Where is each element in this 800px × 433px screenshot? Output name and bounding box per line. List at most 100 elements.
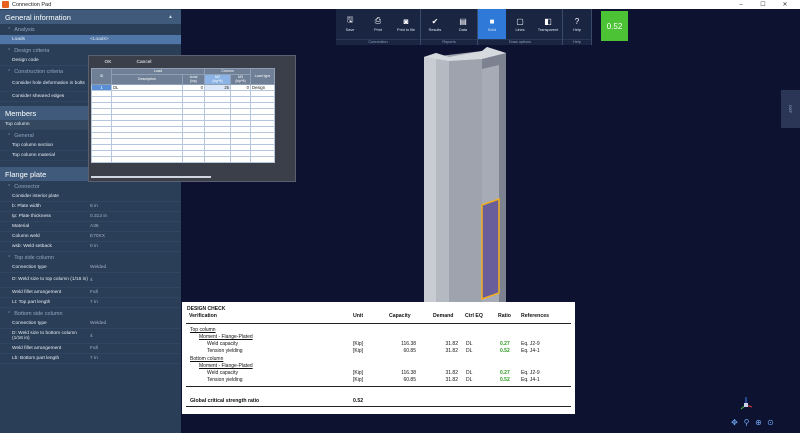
flange-plate[interactable] bbox=[481, 197, 500, 301]
pan-icon[interactable]: ✥ bbox=[730, 418, 739, 427]
zoom-icon[interactable]: ⚲ bbox=[742, 418, 751, 427]
design-check-report: DESIGN CHECK Verification Unit Capacity … bbox=[182, 302, 575, 414]
loads-value[interactable]: <Loads> bbox=[88, 37, 181, 42]
collapse-icon[interactable]: ▲ bbox=[168, 14, 173, 20]
chevron-up-icon: ⌃ bbox=[7, 68, 12, 75]
prop-value[interactable]: A36 bbox=[88, 224, 181, 229]
bottom-prop-row[interactable]: D: Weld size to bottom column (1/16 in) 4 bbox=[0, 329, 181, 344]
help-group: ? Help Help bbox=[563, 9, 592, 45]
design-criteria-label: Design criteria bbox=[14, 47, 50, 54]
zoom-fit-icon[interactable]: ⊙ bbox=[766, 418, 775, 427]
bottom-prop-row[interactable]: Connection type Welded bbox=[0, 319, 181, 329]
top-moment-title: Moment - Flange-Plated bbox=[199, 334, 253, 340]
prop-value[interactable]: 7 in bbox=[88, 356, 181, 361]
plate-prop-row[interactable]: Material A36 bbox=[0, 222, 181, 232]
print-button[interactable]: ⎙ Print bbox=[364, 9, 392, 39]
analysis-subheader[interactable]: ⌃ Analysis bbox=[0, 24, 181, 35]
m2-unit: (kip*ft) bbox=[212, 79, 223, 83]
prop-label: Lb: Bottom part length bbox=[12, 355, 60, 361]
plate-prop-row[interactable]: tp: Plate thickness 0.313 in bbox=[0, 212, 181, 222]
plate-prop-row[interactable]: b: Plate width 8 in bbox=[0, 202, 181, 212]
check-ctrl: DL bbox=[466, 348, 473, 354]
top-side-label: Top side column bbox=[14, 254, 54, 261]
minimize-button[interactable]: – bbox=[730, 2, 752, 8]
prop-value[interactable]: Welded bbox=[88, 265, 181, 270]
prop-value[interactable]: 7 in bbox=[88, 300, 181, 305]
report-row: Weld capacity [Kip] 116.38 31.82 DL 0.27… bbox=[182, 370, 575, 377]
axial-unit: (kip) bbox=[190, 79, 197, 83]
top-prop-row[interactable]: D: Weld size to top column (1/16 in) 4 bbox=[0, 273, 181, 288]
bottom-prop-row[interactable]: Lb: Bottom part length 7 in bbox=[0, 354, 181, 364]
save-icon: 🖫 bbox=[346, 15, 354, 24]
empty-row[interactable] bbox=[91, 155, 276, 163]
prop-value[interactable]: Full bbox=[88, 290, 181, 295]
check-ratio: 0.27 bbox=[500, 370, 510, 376]
save-button[interactable]: 🖫 Save bbox=[336, 9, 364, 39]
unit-header: Unit bbox=[353, 313, 364, 319]
connection-group: 🖫 Save ⎙ Print ◙ Print to file Connection bbox=[336, 9, 421, 45]
prop-value[interactable]: 0 in bbox=[88, 244, 181, 249]
connection-group-label: Connection bbox=[336, 39, 420, 45]
help-button[interactable]: ? Help bbox=[563, 9, 591, 39]
plate-prop-row[interactable]: Consider interior plate bbox=[0, 192, 181, 202]
plate-prop-row[interactable]: Column weld E70XX bbox=[0, 232, 181, 242]
m3-unit: (kip*ft) bbox=[235, 79, 246, 83]
global-ratio-row: Global critical strength ratio 0.52 bbox=[182, 398, 575, 405]
column-flange-left bbox=[424, 53, 436, 312]
results-label: Results bbox=[428, 28, 442, 32]
plate-prop-row[interactable]: wsb: Weld setback 0 in bbox=[0, 242, 181, 252]
bottom-prop-row[interactable]: Weld fillet arrangement Full bbox=[0, 344, 181, 354]
general-info-header[interactable]: General information ▲ bbox=[0, 10, 181, 24]
top-prop-row[interactable]: Weld fillet arrangement Full bbox=[0, 288, 181, 298]
loads-row[interactable]: Loads <Loads> bbox=[0, 35, 181, 45]
chevron-up-icon: ⌃ bbox=[7, 310, 12, 317]
top-moment-heading: Moment - Flange-Plated bbox=[182, 334, 575, 341]
draw-options-label: Draw options bbox=[478, 39, 562, 45]
axis-cube-icon[interactable] bbox=[739, 396, 753, 410]
help-label: Help bbox=[573, 28, 581, 32]
prop-value[interactable]: 4 bbox=[88, 334, 181, 339]
side-panel-tab[interactable]: DXF bbox=[781, 90, 800, 128]
prop-value[interactable]: Full bbox=[88, 346, 181, 351]
report-row: Tension yielding [Kip] 60.85 31.82 DL 0.… bbox=[182, 348, 575, 355]
results-button[interactable]: ✔ Results bbox=[421, 9, 449, 39]
print-icon: ⎙ bbox=[374, 16, 382, 25]
prop-label: tp: Plate thickness bbox=[12, 213, 51, 219]
prop-value[interactable]: Welded bbox=[88, 321, 181, 326]
check-name: Weld capacity bbox=[207, 370, 239, 376]
check-capacity: 116.38 bbox=[401, 341, 416, 347]
top-prop-row[interactable]: Connection type Welded bbox=[0, 263, 181, 273]
sheared-edges-label: Consider sheared edges bbox=[12, 93, 65, 99]
cancel-button[interactable]: Cancel bbox=[131, 58, 157, 66]
top-column-title: Top column bbox=[190, 327, 216, 333]
print-to-file-button[interactable]: ◙ Print to file bbox=[392, 9, 420, 39]
check-ref: Eq. J2-9 bbox=[521, 370, 540, 376]
ok-button[interactable]: OK bbox=[99, 58, 117, 66]
prop-value[interactable]: 0.313 in bbox=[88, 214, 181, 219]
prop-value[interactable]: 8 in bbox=[88, 204, 181, 209]
window-titlebar: Connection Pad – ☐ ✕ bbox=[0, 0, 800, 9]
horizontal-scrollbar[interactable] bbox=[91, 176, 211, 178]
global-ratio-label: Global critical strength ratio bbox=[190, 398, 260, 404]
check-ctrl: DL bbox=[466, 341, 473, 347]
maximize-button[interactable]: ☐ bbox=[752, 1, 774, 8]
top-side-subheader[interactable]: ⌃ Top side column bbox=[0, 252, 181, 263]
prop-value[interactable]: 4 bbox=[88, 278, 181, 283]
solid-button[interactable]: ■ Solid bbox=[478, 9, 506, 39]
report-row: Weld capacity [Kip] 116.38 31.82 DL 0.27… bbox=[182, 341, 575, 348]
chevron-up-icon: ⌃ bbox=[7, 132, 12, 139]
lines-button[interactable]: ▢ Lines bbox=[506, 9, 534, 39]
connector-subheader[interactable]: ⌃ Connector bbox=[0, 181, 181, 192]
design-code-label: Design code bbox=[12, 57, 39, 63]
bottom-side-subheader[interactable]: ⌃ Bottom side column bbox=[0, 308, 181, 319]
prop-value[interactable]: E70XX bbox=[88, 234, 181, 239]
prop-label: D: Weld size to top column (1/16 in) bbox=[12, 277, 88, 283]
chevron-up-icon: ⌃ bbox=[7, 183, 12, 190]
top-prop-row[interactable]: Lt: Top part length 7 in bbox=[0, 298, 181, 308]
data-button[interactable]: ▤ Data bbox=[449, 9, 477, 39]
check-demand: 31.82 bbox=[445, 348, 458, 354]
zoom-in-icon[interactable]: ⊕ bbox=[754, 418, 763, 427]
check-ratio: 0.52 bbox=[500, 348, 510, 354]
transparent-button[interactable]: ◧ Transparent bbox=[534, 9, 562, 39]
close-button[interactable]: ✕ bbox=[774, 1, 796, 8]
